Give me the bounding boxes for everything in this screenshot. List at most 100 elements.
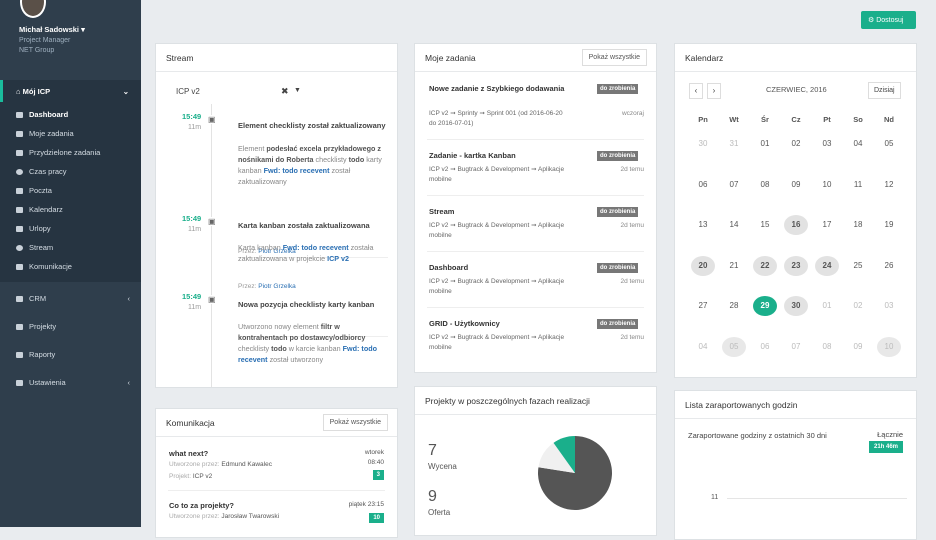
weekday-header: Śr — [761, 115, 769, 124]
clear-filter-icon[interactable]: ✖ — [281, 86, 289, 97]
tasks-icon — [16, 130, 23, 137]
kanban-link[interactable]: Fwd: todo recevent — [264, 166, 330, 175]
calendar-day[interactable]: 25 — [846, 256, 870, 276]
calendar-day[interactable]: 21 — [722, 256, 746, 276]
avatar[interactable] — [20, 0, 46, 18]
calendar-day[interactable]: 31 — [722, 134, 746, 154]
sidebar-item-przydzielone[interactable]: Przydzielone zadania — [16, 148, 100, 157]
calendar-day[interactable]: 01 — [753, 134, 777, 154]
calendar-day[interactable]: 08 — [753, 175, 777, 195]
calendar-day[interactable]: 03 — [877, 296, 901, 316]
calendar-day[interactable]: 02 — [846, 296, 870, 316]
task-path: ICP v2 ➞ Bugtrack & Development ➞ Aplika… — [429, 222, 565, 239]
gridline — [727, 498, 907, 499]
calendar-day[interactable]: 16 — [784, 215, 808, 235]
calendar-day[interactable]: 05 — [877, 134, 901, 154]
sidebar-item-ustawienia[interactable]: Ustawienia ‹ — [16, 378, 130, 387]
calendar-day[interactable]: 24 — [815, 255, 839, 276]
calendar-day[interactable]: 06 — [753, 337, 777, 357]
sidebar-item-kalendarz[interactable]: Kalendarz — [16, 205, 63, 214]
calendar-day[interactable]: 04 — [691, 337, 715, 357]
sidebar-item-crm[interactable]: CRM ‹ — [16, 294, 130, 303]
calendar-day[interactable]: 02 — [784, 134, 808, 154]
divider — [427, 139, 644, 140]
tasks-show-all-button[interactable]: Pokaż wszystkie — [581, 49, 647, 66]
briefcase-icon — [16, 225, 23, 232]
sidebar-item-komunikacje[interactable]: Komunikacje — [16, 262, 72, 271]
sidebar-item-poczta[interactable]: Poczta — [16, 186, 52, 195]
calendar-day[interactable]: 20 — [691, 255, 715, 276]
timeline-line — [211, 104, 212, 387]
project-link[interactable]: ICP v2 — [327, 254, 349, 263]
calendar-day[interactable]: 07 — [722, 175, 746, 195]
task-title[interactable]: Nowe zadanie z Szybkiego dodawania — [429, 83, 569, 94]
calendar-day[interactable]: 29 — [753, 296, 777, 316]
calendar-day[interactable]: 10 — [815, 175, 839, 195]
sidebar-item-stream[interactable]: Stream — [16, 243, 53, 252]
calendar-day[interactable]: 01 — [815, 296, 839, 316]
calendar-day[interactable]: 08 — [815, 337, 839, 357]
stream-panel: Stream ICP v2 ✖ ▼ 15:49 11m ▣ Element ch… — [155, 43, 398, 388]
stream-filter-select[interactable]: ICP v2 — [176, 87, 200, 96]
calendar-day[interactable]: 26 — [877, 256, 901, 276]
next-month-button[interactable]: › — [707, 83, 721, 99]
hours-label: Zaraportowane godziny z ostatnich 30 dni — [688, 431, 827, 440]
calendar-day[interactable]: 11 — [846, 175, 870, 195]
thread-day: piątek 23:15 — [348, 501, 384, 508]
sidebar-section-moj-icp[interactable]: ⌂ Mój ICP ⌄ — [0, 80, 141, 102]
customize-button[interactable]: ⚙ Dostosuj — [861, 11, 916, 29]
sidebar-item-projekty[interactable]: Projekty — [16, 322, 130, 331]
calendar-day[interactable]: 22 — [753, 255, 777, 276]
calendar-day[interactable]: 30 — [691, 134, 715, 154]
today-button[interactable]: Dzisiaj — [868, 82, 901, 99]
thread-subject[interactable]: Co to za projekty? — [169, 501, 234, 510]
calendar-day[interactable]: 05 — [722, 336, 746, 357]
sidebar-item-moje-zadania[interactable]: Moje zadania — [16, 129, 74, 138]
calendar-day[interactable]: 27 — [691, 296, 715, 316]
calendar-day[interactable]: 04 — [846, 134, 870, 154]
status-badge: do zrobienia — [597, 263, 639, 273]
communication-show-all-button[interactable]: Pokaż wszystkie — [322, 414, 388, 431]
sidebar-item-urlopy[interactable]: Urlopy — [16, 224, 51, 233]
projects-title: Projekty w poszczególnych fazach realiza… — [415, 387, 656, 415]
calendar-day[interactable]: 07 — [784, 337, 808, 357]
task-title[interactable]: GRID - Użytkownicy — [429, 319, 500, 328]
calendar-day[interactable]: 19 — [877, 215, 901, 235]
entry-time: 15:49 — [182, 292, 202, 301]
sidebar-item-czas-pracy[interactable]: Czas pracy — [16, 167, 67, 176]
calendar-day[interactable]: 28 — [722, 296, 746, 316]
calendar-day[interactable]: 13 — [691, 215, 715, 235]
task-title[interactable]: Zadanie - kartka Kanban — [429, 151, 516, 160]
calendar-day[interactable]: 23 — [784, 255, 808, 276]
sidebar-item-dashboard[interactable]: Dashboard — [16, 110, 68, 119]
calendar-day[interactable]: 17 — [815, 215, 839, 235]
prev-month-button[interactable]: ‹ — [689, 83, 703, 99]
dropdown-caret-icon[interactable]: ▼ — [294, 87, 301, 94]
calendar-day[interactable]: 15 — [753, 215, 777, 235]
author-link[interactable]: Piotr Grzelka — [258, 283, 296, 290]
task-when: 2d temu — [620, 166, 645, 173]
calendar-day[interactable]: 10 — [877, 336, 901, 357]
task-path: ICP v2 ➞ Bugtrack & Development ➞ Aplika… — [429, 166, 565, 183]
entry-body: Utworzono nowy element filtr w kontrahen… — [238, 322, 377, 364]
tasks-panel: Moje zadania Pokaż wszystkie Nowe zadani… — [414, 43, 657, 373]
thread-time: 08:40 — [367, 459, 384, 466]
task-title[interactable]: Dashboard — [429, 263, 468, 272]
kanban-link[interactable]: Fwd: todo recevent — [283, 243, 349, 252]
projects-icon — [16, 323, 23, 330]
user-role: Project Manager — [19, 37, 71, 44]
calendar-day[interactable]: 12 — [877, 175, 901, 195]
calendar-day[interactable]: 18 — [846, 215, 870, 235]
user-name[interactable]: Michał Sadowski ▾ — [19, 25, 85, 34]
calendar-day[interactable]: 14 — [722, 215, 746, 235]
calendar-day[interactable]: 03 — [815, 134, 839, 154]
calendar-day[interactable]: 09 — [784, 175, 808, 195]
task-path: ICP v2 ➞ Bugtrack & Development ➞ Aplika… — [429, 278, 565, 295]
calendar-day[interactable]: 30 — [784, 296, 808, 316]
sidebar-item-raporty[interactable]: Raporty — [16, 350, 130, 359]
calendar-day[interactable]: 09 — [846, 337, 870, 357]
task-when: 2d temu — [620, 222, 645, 229]
thread-subject[interactable]: what next? — [169, 449, 208, 458]
task-title[interactable]: Stream — [429, 207, 454, 216]
calendar-day[interactable]: 06 — [691, 175, 715, 195]
